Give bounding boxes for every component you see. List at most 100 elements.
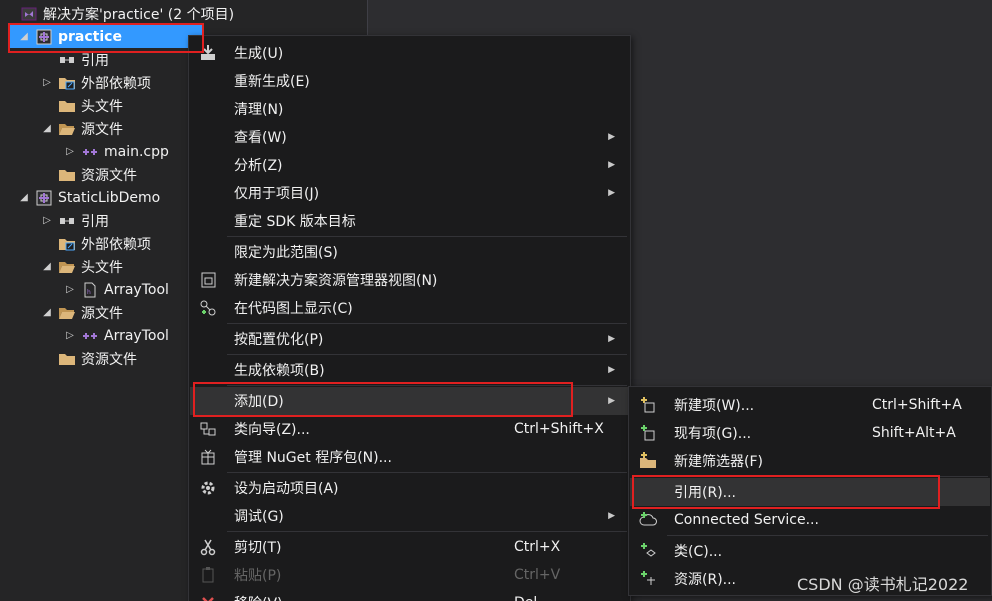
menu-item-label: 生成依赖项(B) <box>234 363 325 379</box>
svg-text:h: h <box>87 289 91 296</box>
tree-item-label: 资源文件 <box>81 167 137 184</box>
menu-item[interactable]: Connected Service... <box>630 506 990 534</box>
tree-item-label: 引用 <box>81 213 109 230</box>
header-file-icon: h <box>81 282 99 298</box>
submenu-arrow-icon: ▶ <box>608 132 615 142</box>
menu-item[interactable]: 在代码图上显示(C) <box>190 294 629 322</box>
menu-item[interactable]: 生成依赖项(B) ▶ <box>190 356 629 384</box>
expand-arrow-icon[interactable]: ◢ <box>40 122 54 136</box>
tree-item-label: 外部依赖项 <box>81 75 151 92</box>
menu-item-label: 引用(R)... <box>674 485 737 501</box>
menu-item-shortcut: Ctrl+V <box>514 567 561 583</box>
menu-item-label: 重定 SDK 版本目标 <box>234 214 356 230</box>
gear-icon <box>198 478 218 498</box>
new-filter-icon <box>638 451 658 471</box>
project-icon <box>35 190 53 206</box>
menu-item-label: 按配置优化(P) <box>234 332 324 348</box>
menu-item[interactable]: 剪切(T) Ctrl+X <box>190 533 629 561</box>
submenu-arrow-icon: ▶ <box>608 188 615 198</box>
menu-item[interactable]: 类向导(Z)... Ctrl+Shift+X <box>190 415 629 443</box>
remove-icon <box>198 593 218 601</box>
tree-item-label: 头文件 <box>81 259 123 276</box>
menu-item-shortcut: Del <box>514 595 537 601</box>
tree-item-label: 资源文件 <box>81 351 137 368</box>
solution-root[interactable]: 解决方案'practice' (2 个项目) <box>0 2 368 25</box>
menu-item-label: 新建筛选器(F) <box>674 454 763 470</box>
submenu-arrow-icon: ▶ <box>608 334 615 344</box>
tree-item-label: main.cpp <box>104 143 169 160</box>
menu-item[interactable]: 现有项(G)... Shift+Alt+A <box>630 419 990 447</box>
tree-item-label: StaticLibDemo <box>58 189 161 206</box>
folder-external-icon <box>58 75 76 91</box>
menu-item[interactable]: 按配置优化(P) ▶ <box>190 325 629 353</box>
expand-arrow-icon[interactable]: ◢ <box>40 306 54 320</box>
folder-external-icon <box>58 236 76 252</box>
menu-item-shortcut: Ctrl+Shift+X <box>514 421 604 437</box>
menu-item[interactable]: 清理(N) <box>190 95 629 123</box>
menu-item-label: 分析(Z) <box>234 158 283 174</box>
watermark: CSDN @读书札记2022 <box>797 575 969 594</box>
menu-item-label: Connected Service... <box>674 512 819 528</box>
tree-item-label: 源文件 <box>81 305 123 322</box>
add-resource-icon <box>638 569 658 589</box>
solution-icon <box>20 6 38 22</box>
collapse-arrow-icon <box>40 99 54 113</box>
menu-item[interactable]: 移除(V) Del <box>190 589 629 601</box>
menu-item-label: 移除(V) <box>234 593 283 601</box>
menu-item-label: 调试(G) <box>234 509 284 525</box>
tree-item-label: 源文件 <box>81 121 123 138</box>
menu-item-shortcut: Ctrl+Shift+A <box>872 397 962 413</box>
menu-item-label: 现有项(G)... <box>674 426 752 442</box>
expand-arrow-icon[interactable]: ◢ <box>17 191 31 205</box>
menu-item-label: 在代码图上显示(C) <box>234 301 353 317</box>
collapse-arrow-icon[interactable]: ▷ <box>40 214 54 228</box>
new-item-icon <box>638 395 658 415</box>
menu-item-label: 清理(N) <box>234 102 284 118</box>
tree-item-label: ArrayTool <box>104 327 169 344</box>
menu-item-label: 新建项(W)... <box>674 398 755 414</box>
menu-item[interactable]: 生成(U) <box>190 39 629 67</box>
menu-item[interactable]: 分析(Z) ▶ <box>190 151 629 179</box>
folder-icon <box>58 167 76 183</box>
menu-item-shortcut: Shift+Alt+A <box>872 425 956 441</box>
menu-item[interactable]: 管理 NuGet 程序包(N)... <box>190 443 629 471</box>
project-icon <box>35 29 53 45</box>
add-class-icon <box>638 541 658 561</box>
menu-item-label: 粘贴(P) <box>234 568 282 584</box>
tree-item[interactable]: ◢ practice <box>10 25 202 48</box>
expand-arrow-icon[interactable]: ◢ <box>17 30 31 44</box>
tree-item-label: 头文件 <box>81 98 123 115</box>
menu-item[interactable]: 重定 SDK 版本目标 <box>190 207 629 235</box>
menu-separator <box>227 354 627 355</box>
menu-separator <box>667 476 988 477</box>
menu-item[interactable]: 设为启动项目(A) <box>190 474 629 502</box>
collapse-arrow-icon[interactable]: ▷ <box>63 283 77 297</box>
collapse-arrow-icon <box>40 168 54 182</box>
menu-item[interactable]: 新建解决方案资源管理器视图(N) <box>190 266 629 294</box>
menu-item[interactable]: 新建筛选器(F) <box>630 447 990 475</box>
build-icon <box>198 43 218 63</box>
menu-item-label: 仅用于项目(J) <box>234 186 320 202</box>
menu-item[interactable]: 限定为此范围(S) <box>190 238 629 266</box>
existing-item-icon <box>638 423 658 443</box>
collapse-arrow-icon[interactable]: ▷ <box>63 145 77 159</box>
menu-item-label: 限定为此范围(S) <box>234 245 338 261</box>
menu-item[interactable]: 仅用于项目(J) ▶ <box>190 179 629 207</box>
collapse-arrow-icon[interactable]: ▷ <box>40 76 54 90</box>
menu-item-label: 新建解决方案资源管理器视图(N) <box>234 273 438 289</box>
scissors-icon <box>198 537 218 557</box>
menu-item[interactable]: 添加(D) ▶ <box>190 387 629 415</box>
submenu-arrow-icon: ▶ <box>608 365 615 375</box>
menu-separator <box>227 472 627 473</box>
expand-arrow-icon[interactable]: ◢ <box>40 260 54 274</box>
folder-open-icon <box>58 305 76 321</box>
menu-item[interactable]: 调试(G) ▶ <box>190 502 629 530</box>
menu-item[interactable]: 新建项(W)... Ctrl+Shift+A <box>630 391 990 419</box>
menu-item[interactable]: 重新生成(E) <box>190 67 629 95</box>
menu-separator <box>667 535 988 536</box>
menu-item[interactable]: 类(C)... <box>630 537 990 565</box>
menu-item[interactable]: 引用(R)... <box>630 478 990 506</box>
collapse-arrow-icon[interactable]: ▷ <box>63 329 77 343</box>
menu-item[interactable]: 查看(W) ▶ <box>190 123 629 151</box>
submenu-arrow-icon: ▶ <box>608 396 615 406</box>
